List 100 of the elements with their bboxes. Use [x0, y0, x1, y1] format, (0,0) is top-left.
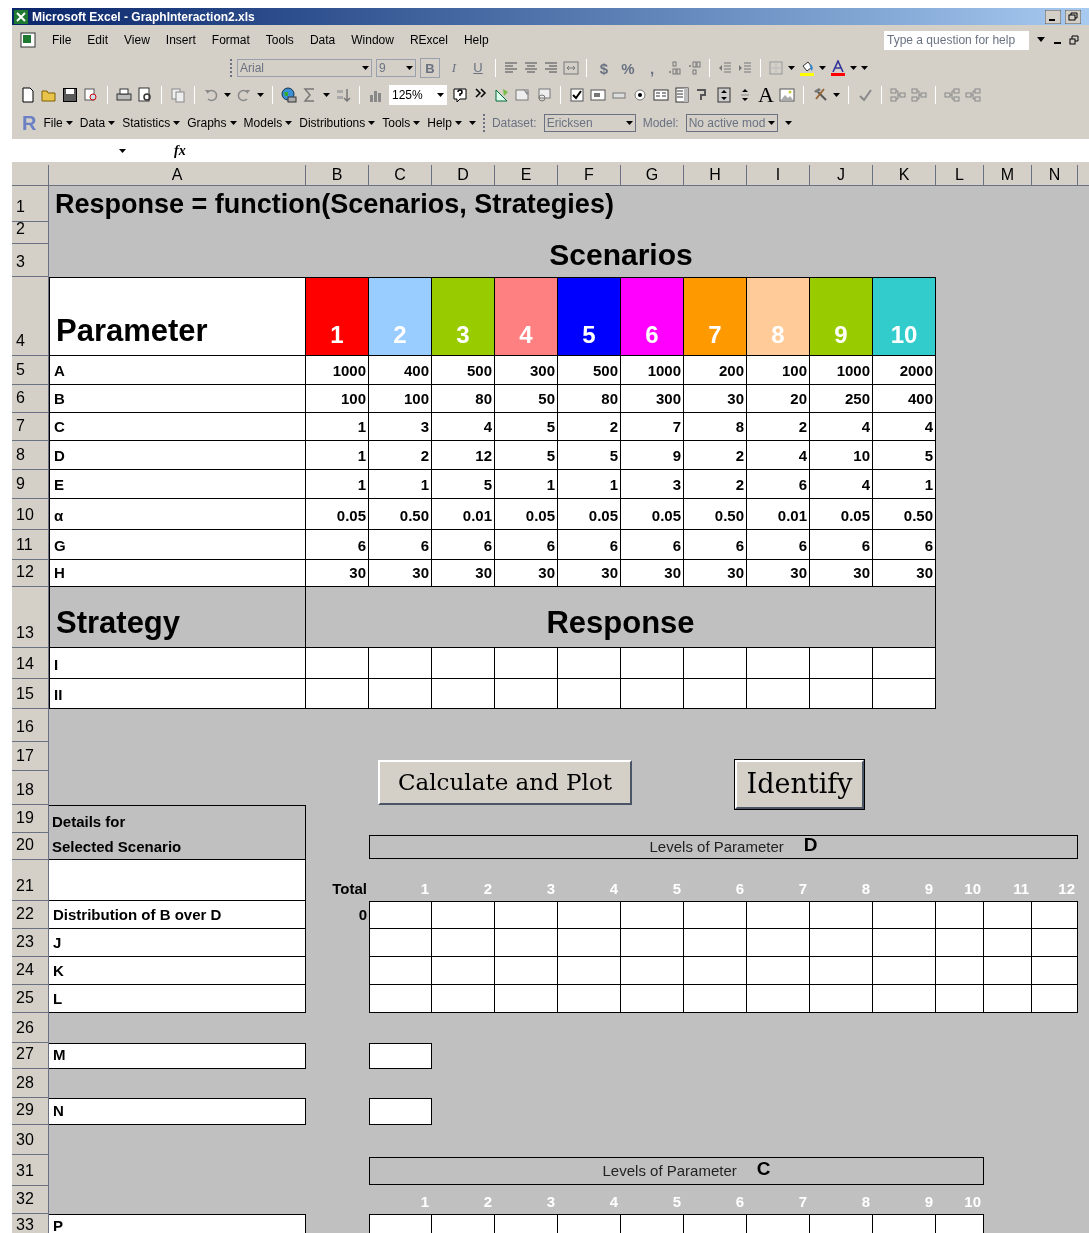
- checkbox-icon[interactable]: [569, 87, 585, 103]
- column-header[interactable]: C: [369, 165, 432, 186]
- row-header[interactable]: 14: [12, 648, 49, 679]
- image-icon[interactable]: [778, 87, 795, 103]
- toolbar-menu[interactable]: Data: [79, 114, 116, 132]
- open-folder-icon[interactable]: [41, 87, 57, 103]
- menu-item[interactable]: Help: [463, 31, 489, 49]
- caret-icon[interactable]: [368, 121, 376, 125]
- menu-item[interactable]: Edit: [87, 31, 109, 49]
- caret-icon[interactable]: [108, 121, 116, 125]
- select-all-corner[interactable]: [12, 165, 49, 186]
- print-icon[interactable]: [116, 87, 132, 103]
- row-header[interactable]: 19: [12, 805, 49, 833]
- row-header[interactable]: 10: [12, 499, 49, 530]
- action-button[interactable]: Calculate and Plot: [378, 760, 632, 805]
- label-tool-button[interactable]: A: [758, 84, 774, 106]
- caret-icon[interactable]: [229, 121, 237, 125]
- font-color-icon[interactable]: [830, 60, 846, 76]
- row-header[interactable]: 2: [12, 222, 49, 244]
- toolbar-menu[interactable]: Statistics: [122, 114, 181, 132]
- minimize-icon[interactable]: [1045, 9, 1061, 24]
- form-icon[interactable]: [515, 87, 531, 103]
- caret-icon[interactable]: [65, 121, 73, 125]
- help-search-field[interactable]: Type a question for help: [884, 30, 1029, 50]
- column-header[interactable]: [1078, 165, 1089, 186]
- sort-icon[interactable]: [335, 87, 351, 103]
- toolbar-menu[interactable]: Models: [243, 114, 293, 132]
- globe-icon[interactable]: [281, 87, 297, 103]
- row-header[interactable]: 25: [12, 985, 49, 1013]
- row-header[interactable]: 31: [12, 1155, 49, 1186]
- row-header[interactable]: 20: [12, 833, 49, 860]
- row-header[interactable]: 24: [12, 957, 49, 985]
- column-header[interactable]: M: [984, 165, 1032, 186]
- toolbar-menu[interactable]: File: [43, 114, 73, 132]
- row-header[interactable]: 28: [12, 1069, 49, 1098]
- menu-item[interactable]: Insert: [165, 31, 196, 49]
- magnifier-form-icon[interactable]: [536, 87, 552, 103]
- column-header[interactable]: E: [495, 165, 558, 186]
- toolbar-menu[interactable]: Graphs: [187, 114, 237, 132]
- column-header[interactable]: F: [558, 165, 621, 186]
- menu-item[interactable]: Tools: [265, 31, 294, 49]
- text-field-icon[interactable]: [590, 87, 606, 103]
- menu-item[interactable]: View: [124, 31, 150, 49]
- toolbar-menu[interactable]: Tools: [382, 114, 421, 132]
- dropdown-icon[interactable]: [1037, 37, 1045, 43]
- indent-icon[interactable]: [737, 60, 753, 76]
- row-header[interactable]: 21: [12, 860, 49, 901]
- row-header[interactable]: 6: [12, 385, 49, 413]
- toolbar-menu[interactable]: Distributions: [299, 114, 376, 132]
- toolbar-menu[interactable]: Help: [427, 114, 462, 132]
- action-button[interactable]: Identify: [735, 760, 864, 809]
- caret-icon[interactable]: [413, 121, 421, 125]
- restore-icon[interactable]: [1069, 35, 1079, 45]
- document-magnifier-icon[interactable]: [83, 87, 99, 103]
- menu-item[interactable]: File: [52, 31, 72, 49]
- column-header[interactable]: G: [621, 165, 684, 186]
- column-header[interactable]: N: [1032, 165, 1078, 186]
- new-document-icon[interactable]: [20, 87, 36, 103]
- caret-icon[interactable]: [362, 66, 369, 70]
- row-header[interactable]: 9: [12, 470, 49, 499]
- caret-icon[interactable]: [406, 66, 413, 70]
- caret-icon[interactable]: [832, 93, 840, 97]
- save-icon[interactable]: [62, 87, 78, 103]
- column-header[interactable]: J: [810, 165, 873, 186]
- column-header[interactable]: A: [49, 165, 306, 186]
- row-header[interactable]: 26: [12, 1013, 49, 1043]
- row-header[interactable]: 12: [12, 560, 49, 587]
- row-header[interactable]: 16: [12, 709, 49, 742]
- column-header[interactable]: K: [873, 165, 936, 186]
- column-header[interactable]: I: [747, 165, 810, 186]
- scroll-bar-icon[interactable]: [716, 87, 732, 103]
- row-header[interactable]: 23: [12, 929, 49, 957]
- row-header[interactable]: 13: [12, 587, 49, 648]
- row-header[interactable]: 11: [12, 530, 49, 560]
- row-header[interactable]: 7: [12, 413, 49, 441]
- option-button-icon[interactable]: [632, 87, 648, 103]
- caret-icon[interactable]: [224, 93, 231, 97]
- row-header[interactable]: 33: [12, 1214, 49, 1233]
- workbook-icon[interactable]: [20, 32, 36, 48]
- merge-center-icon[interactable]: [563, 60, 579, 76]
- caret-icon[interactable]: [323, 93, 330, 97]
- help-icon[interactable]: [452, 87, 468, 103]
- restore-icon[interactable]: [1065, 9, 1081, 24]
- checkmark-icon[interactable]: [856, 87, 873, 103]
- print-preview-icon[interactable]: [137, 87, 153, 103]
- combo-box-icon[interactable]: [674, 87, 690, 103]
- fill-color-icon[interactable]: [799, 60, 815, 76]
- caret-icon[interactable]: [625, 121, 633, 125]
- caret-icon[interactable]: [784, 121, 792, 125]
- caret-icon[interactable]: [819, 66, 826, 70]
- column-header[interactable]: H: [684, 165, 747, 186]
- outdent-icon[interactable]: [717, 60, 733, 76]
- function-label[interactable]: fx: [174, 140, 186, 161]
- menu-item[interactable]: RExcel: [409, 31, 448, 49]
- row-header[interactable]: 17: [12, 742, 49, 771]
- column-header[interactable]: L: [936, 165, 984, 186]
- menu-item[interactable]: Data: [309, 31, 336, 49]
- row-header[interactable]: 5: [12, 356, 49, 385]
- caret-icon[interactable]: [788, 66, 795, 70]
- row-header[interactable]: 8: [12, 441, 49, 470]
